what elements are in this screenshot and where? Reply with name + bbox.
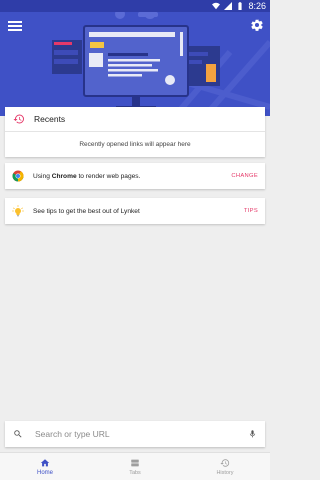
recents-title: Recents [34, 114, 66, 124]
history-icon [13, 114, 24, 124]
status-time: 8:26 [248, 1, 266, 11]
nav-home[interactable]: Home [0, 453, 90, 480]
search-bar[interactable] [5, 421, 265, 447]
recents-header[interactable]: Recents [5, 107, 265, 132]
tips-card: See tips to get the best out of Lynket T… [5, 198, 265, 224]
lightbulb-icon [12, 205, 24, 217]
nav-tabs[interactable]: Tabs [90, 453, 180, 480]
battery-icon [238, 2, 243, 10]
history-icon [220, 458, 230, 467]
tabs-icon [131, 459, 139, 466]
tips-button[interactable]: TIPS [244, 208, 258, 214]
menu-icon-bar [8, 21, 22, 23]
menu-icon-bar [8, 29, 22, 31]
status-bar: 8:26 [0, 0, 270, 12]
recents-empty-text: Recently opened links will appear here [79, 141, 191, 148]
bottom-navigation: Home Tabs History [0, 452, 270, 480]
nav-tabs-label: Tabs [129, 469, 141, 476]
home-icon [40, 458, 50, 466]
microphone-icon[interactable] [248, 429, 257, 439]
browser-text-prefix: Using [33, 172, 52, 180]
browser-card: Using Chrome to render web pages. CHANGE [5, 163, 265, 189]
chrome-icon [12, 170, 24, 182]
nav-history-label: History [216, 469, 234, 476]
settings-gear-icon[interactable] [250, 18, 264, 32]
app-header [0, 12, 270, 116]
search-input[interactable] [35, 429, 248, 439]
browser-text-suffix: to render web pages. [76, 172, 141, 180]
browser-card-text: Using Chrome to render web pages. [33, 173, 231, 180]
menu-icon-bar [8, 25, 22, 27]
tips-card-text: See tips to get the best out of Lynket [33, 207, 140, 215]
search-icon [14, 430, 22, 438]
header-illustration [52, 12, 270, 116]
recents-card: Recents Recently opened links will appea… [5, 107, 265, 157]
wifi-icon [212, 2, 221, 10]
menu-button[interactable] [8, 19, 22, 33]
browser-name: Chrome [51, 172, 77, 180]
change-browser-button[interactable]: CHANGE [231, 173, 258, 179]
nav-history[interactable]: History [180, 453, 270, 480]
signal-icon [224, 2, 233, 10]
nav-home-label: Home [36, 469, 53, 476]
